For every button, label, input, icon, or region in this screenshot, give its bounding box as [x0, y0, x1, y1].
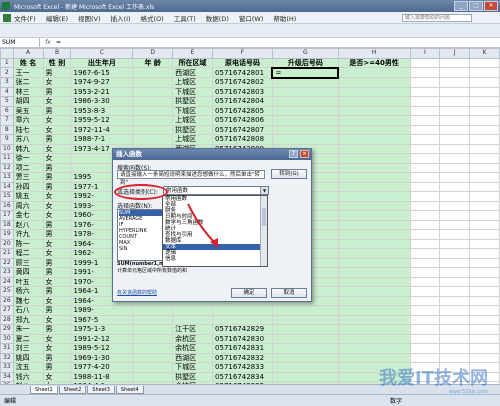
annotation-arrow [187, 203, 218, 248]
